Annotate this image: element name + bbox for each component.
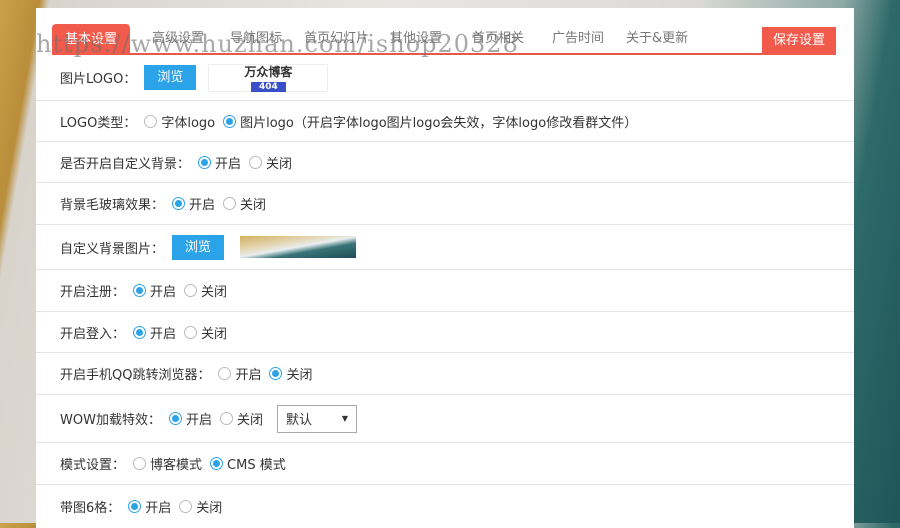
tab-slides[interactable]: 首页幻灯片 <box>304 25 369 53</box>
radio-off[interactable] <box>249 155 263 169</box>
option-label: 图片logo（开启字体logo图片logo会失效，字体logo修改看群文件） <box>240 115 638 131</box>
label: 带图6格： <box>60 500 121 516</box>
row-bg-image: 自定义背景图片： 浏览 <box>36 225 854 270</box>
label: 模式设置： <box>60 458 126 473</box>
option-label: 关闭 <box>236 413 263 428</box>
option-label: 开启 <box>150 285 177 300</box>
label: 自定义背景图片： <box>60 241 165 257</box>
radio-off[interactable] <box>184 325 198 339</box>
label: LOGO类型： <box>60 115 137 131</box>
row-mode: 模式设置： 博客模式 CMS 模式 <box>36 443 854 485</box>
label: 是否开启自定义背景： <box>60 156 191 172</box>
row-custom-bg: 是否开启自定义背景： 开启 关闭 <box>36 142 854 183</box>
tab-about[interactable]: 关于&更新 <box>626 25 688 53</box>
option-label: 博客模式 <box>150 458 203 473</box>
radio-on[interactable] <box>168 412 182 425</box>
option-label: 关闭 <box>196 500 223 516</box>
option-label: 字体logo <box>161 115 216 131</box>
radio-font-logo[interactable] <box>144 114 158 128</box>
label: 开启登入： <box>60 326 126 342</box>
logo-sub: 404 <box>250 81 286 92</box>
select-value: 默认 <box>285 413 312 428</box>
option-label: 开启 <box>185 413 212 428</box>
option-label: 关闭 <box>266 156 293 172</box>
radio-on[interactable] <box>128 499 142 513</box>
radio-cms-mode[interactable] <box>210 457 224 470</box>
option-label: CMS 模式 <box>227 458 286 473</box>
tab-home[interactable]: 首页相关 <box>472 25 524 53</box>
option-label: 开启 <box>150 326 177 342</box>
tab-nav-icons[interactable]: 导航图标 <box>230 25 282 53</box>
wow-effect-select[interactable]: 默认 ▼ <box>276 404 357 433</box>
logo-preview: 万众博客 404 <box>208 63 329 92</box>
option-label: 关闭 <box>240 198 267 213</box>
browse-button[interactable]: 浏览 <box>144 65 197 90</box>
option-label: 开启 <box>189 198 216 213</box>
radio-image-logo[interactable] <box>223 114 237 128</box>
radio-blog-mode[interactable] <box>133 457 147 470</box>
label: 图片LOGO： <box>60 72 137 87</box>
row-grid6: 带图6格： 开启 关闭 <box>36 485 854 527</box>
row-register: 开启注册： 开启 关闭 <box>36 270 854 312</box>
save-button[interactable]: 保存设置 <box>761 27 836 55</box>
radio-on[interactable] <box>133 284 147 297</box>
radio-on[interactable] <box>198 155 212 169</box>
label: WOW加载特效： <box>60 413 161 428</box>
label: 开启注册： <box>60 285 126 300</box>
row-wow: WOW加载特效： 开启 关闭 默认 ▼ <box>36 395 854 443</box>
tab-ads[interactable]: 广告时间 <box>552 25 604 53</box>
label: 开启手机QQ跳转浏览器： <box>60 368 211 383</box>
settings-panel: 基本设置 高级设置 导航图标 首页幻灯片 其他设置 首页相关 广告时间 关于&更… <box>36 8 854 528</box>
radio-off[interactable] <box>223 197 237 210</box>
bg-image-preview <box>240 236 357 258</box>
radio-on[interactable] <box>133 325 147 339</box>
radio-off[interactable] <box>179 499 193 513</box>
radio-off[interactable] <box>269 367 283 380</box>
option-label: 关闭 <box>201 326 228 342</box>
caret-down-icon: ▼ <box>341 414 348 423</box>
label: 背景毛玻璃效果： <box>60 198 165 213</box>
radio-on[interactable] <box>172 197 186 210</box>
tab-other[interactable]: 其他设置 <box>390 25 442 53</box>
radio-off[interactable] <box>184 284 198 297</box>
option-label: 开启 <box>215 156 242 172</box>
browse-button[interactable]: 浏览 <box>172 234 225 260</box>
option-label: 关闭 <box>201 285 228 300</box>
tab-basic[interactable]: 基本设置 <box>52 24 131 55</box>
tab-advanced[interactable]: 高级设置 <box>152 25 204 53</box>
row-blur: 背景毛玻璃效果： 开启 关闭 <box>36 183 854 225</box>
logo-text: 万众博客 <box>244 64 293 79</box>
row-logo: 图片LOGO： 浏览 万众博客 404 <box>36 55 854 101</box>
radio-on[interactable] <box>218 367 232 380</box>
row-login: 开启登入： 开启 关闭 <box>36 312 854 353</box>
option-label: 开启 <box>235 368 262 383</box>
row-qq: 开启手机QQ跳转浏览器： 开启 关闭 <box>36 353 854 395</box>
radio-off[interactable] <box>219 412 233 425</box>
option-label: 开启 <box>145 500 172 516</box>
option-label: 关闭 <box>286 368 313 383</box>
tab-bar: 基本设置 高级设置 导航图标 首页幻灯片 其他设置 首页相关 广告时间 关于&更… <box>52 8 836 55</box>
row-logo-type: LOGO类型： 字体logo 图片logo（开启字体logo图片logo会失效，… <box>36 101 854 142</box>
